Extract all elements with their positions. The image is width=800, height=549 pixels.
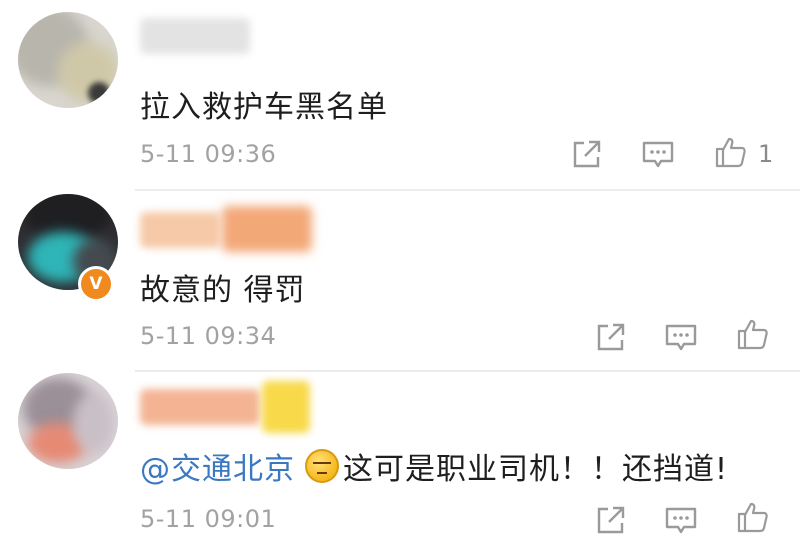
like-count: 1 <box>758 140 774 168</box>
comment-icon[interactable] <box>641 137 675 171</box>
verified-badge: V <box>78 266 114 302</box>
thumbs-up-icon[interactable] <box>736 317 770 351</box>
avatar[interactable] <box>18 373 118 469</box>
avatar[interactable] <box>18 12 118 108</box>
username-badge <box>262 381 310 433</box>
thumbs-up-icon[interactable] <box>714 135 748 169</box>
username[interactable] <box>140 212 220 248</box>
mention-link[interactable]: @交通北京 <box>140 452 295 487</box>
comment-text: @交通北京 这可是职业司机！！还挡道! <box>140 444 728 488</box>
share-icon[interactable] <box>570 137 604 171</box>
comment-text: 故意的 得罚 <box>140 273 306 308</box>
comment-time: 5-11 09:01 <box>140 505 277 533</box>
comment-body: 这可是职业司机！！还挡道! <box>343 452 729 487</box>
username[interactable] <box>140 389 260 425</box>
comment-time: 5-11 09:36 <box>140 140 277 168</box>
comment-time: 5-11 09:34 <box>140 322 277 350</box>
share-icon[interactable] <box>594 320 628 354</box>
awkward-face-emoji <box>305 449 339 483</box>
comment-item: 拉入救护车黑名单 5-11 09:36 1 <box>0 0 800 190</box>
comment-text: 拉入救护车黑名单 <box>140 90 388 125</box>
username[interactable] <box>140 18 250 54</box>
username-badge <box>222 206 312 252</box>
comment-item: V 故意的 得罚 5-11 09:34 <box>0 190 800 370</box>
comment-item: @交通北京 这可是职业司机！！还挡道! 5-11 09:01 <box>0 371 800 549</box>
thumbs-up-icon[interactable] <box>736 500 770 534</box>
share-icon[interactable] <box>594 503 628 537</box>
comment-icon[interactable] <box>664 320 698 354</box>
comment-icon[interactable] <box>664 503 698 537</box>
comment-list: 拉入救护车黑名单 5-11 09:36 1 V 故意的 得罚 5-11 09:3… <box>0 0 800 549</box>
